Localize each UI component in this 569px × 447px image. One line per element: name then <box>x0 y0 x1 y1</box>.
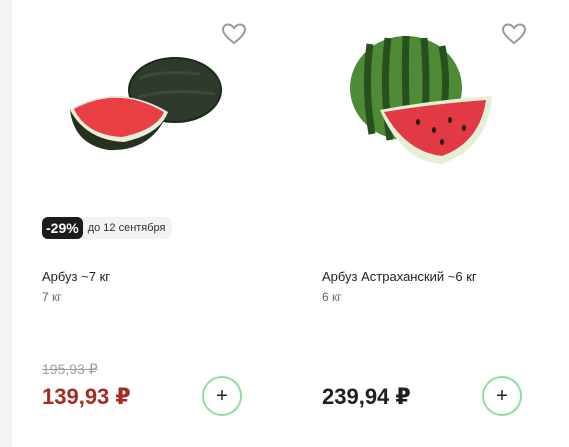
discount-badge: -29% <box>42 217 83 239</box>
product-name[interactable]: Арбуз ~7 кг <box>42 269 110 284</box>
product-card[interactable]: -29% до 12 сентября Арбуз ~7 кг 7 кг 195… <box>12 0 282 447</box>
sale-price: 139,93 ₽ <box>42 384 131 409</box>
add-to-cart-button[interactable]: + <box>202 376 242 416</box>
add-to-cart-button[interactable]: + <box>482 376 522 416</box>
promo-until-text: до 12 сентября <box>87 222 166 234</box>
favorite-heart-icon[interactable] <box>501 22 527 48</box>
product-weight: 6 кг <box>322 290 342 304</box>
product-weight: 7 кг <box>42 290 62 304</box>
left-panel-edge <box>0 0 12 447</box>
product-card[interactable]: Арбуз Астраханский ~6 кг 6 кг 239,94 ₽ + <box>292 0 562 447</box>
plus-icon: + <box>216 385 228 407</box>
product-name[interactable]: Арбуз Астраханский ~6 кг <box>322 269 477 284</box>
promo-label: -29% до 12 сентября <box>42 217 172 239</box>
product-image-watermelon-whole[interactable] <box>342 30 502 180</box>
plus-icon: + <box>496 385 508 407</box>
product-image-watermelon-half[interactable] <box>60 52 230 162</box>
old-price: 195,93 ₽ <box>42 361 98 377</box>
price: 239,94 ₽ <box>322 384 411 409</box>
favorite-heart-icon[interactable] <box>221 22 247 48</box>
